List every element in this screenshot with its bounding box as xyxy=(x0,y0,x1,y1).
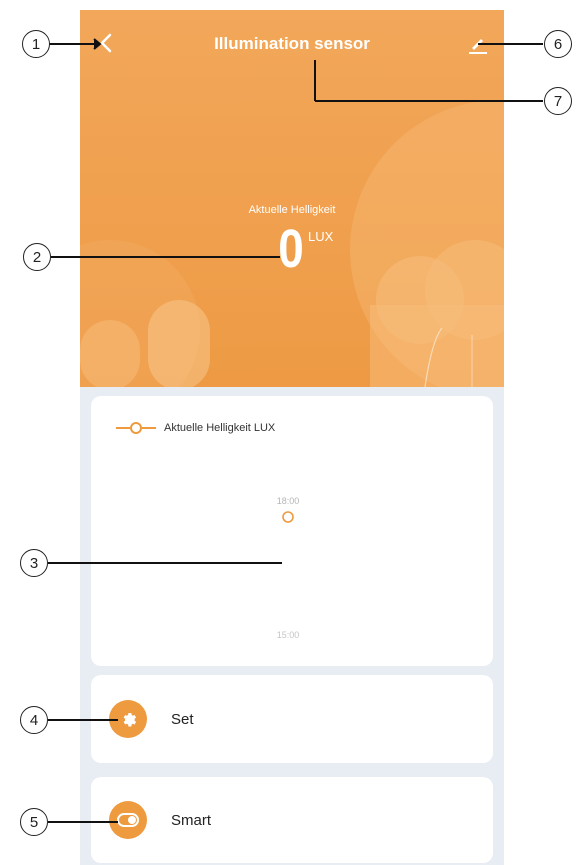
reading-label: Aktuelle Helligkeit xyxy=(248,204,336,216)
smart-label: Smart xyxy=(171,811,212,829)
point-time-label: 18:00 xyxy=(277,496,300,506)
set-icon-circle xyxy=(109,700,147,738)
header-hero: Illumination sensor Aktuelle Helligkeit … xyxy=(80,10,504,387)
set-label: Set xyxy=(171,710,194,728)
set-button[interactable]: Set xyxy=(91,675,493,763)
app-screen: Illumination sensor Aktuelle Helligkeit … xyxy=(80,10,504,865)
edit-button[interactable] xyxy=(466,32,490,56)
hill-decoration xyxy=(80,100,504,387)
smart-button[interactable]: Smart xyxy=(91,777,493,863)
reading-unit: LUX xyxy=(308,229,334,244)
callout-7: 7 xyxy=(544,87,572,115)
gear-icon xyxy=(123,713,137,727)
smart-icon-circle xyxy=(109,801,147,839)
callout-3: 3 xyxy=(20,549,48,577)
callout-5: 5 xyxy=(20,808,48,836)
callout-4: 4 xyxy=(20,706,48,734)
axis-time-label: 15:00 xyxy=(277,630,300,640)
edit-pencil-icon xyxy=(469,39,487,54)
reading-value: 0 xyxy=(278,219,304,279)
toggle-icon xyxy=(117,813,139,827)
history-chart: 18:00 15:00 xyxy=(277,496,300,640)
data-point xyxy=(282,511,294,523)
page-title: Illumination sensor xyxy=(214,34,370,53)
history-chart-card[interactable]: Aktuelle Helligkeit LUX 18:00 15:00 xyxy=(91,396,493,666)
callout-2: 2 xyxy=(23,243,51,271)
callout-1: 1 xyxy=(22,30,50,58)
callout-6: 6 xyxy=(544,30,572,58)
